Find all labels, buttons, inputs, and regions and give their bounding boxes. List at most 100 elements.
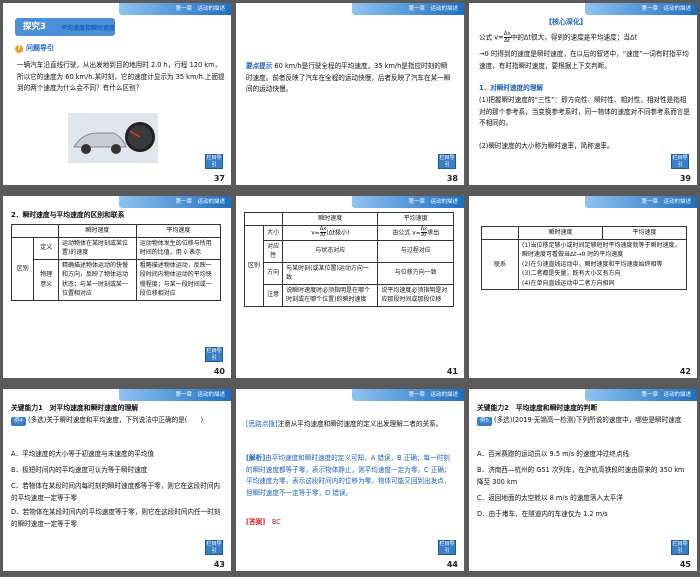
row-label: 注意 — [262, 283, 284, 307]
option-c: C．若物体在某段时间内每时刻的瞬时速度都等于零，则它在这段时间内的平均速度一定等… — [11, 482, 221, 502]
formula-line: 公式 v= Δx Δt 中的Δt很大，得到的速度是平均速度；当Δt — [479, 31, 638, 44]
page-number: 40 — [213, 367, 225, 376]
example-stem: 例5 (多选)(2019·无锡高一检测)下列所说的速度中，哪些是瞬时速度 — [477, 415, 691, 427]
paragraph: (2)瞬时速度的大小称为瞬时速率，简称速率。 — [479, 142, 614, 150]
slide-header-bar: 第一章 运动的描述 — [352, 3, 464, 15]
question-body: 一辆汽车沿直线行驶，从出发地到目的地用时 2.0 h，行程 120 km，所以它… — [17, 61, 225, 92]
page-number: 37 — [213, 174, 225, 183]
nav-button[interactable]: 栏目导引 — [438, 540, 456, 555]
slide-37[interactable]: 第一章 运动的描述 探究3 平均速度和瞬时速度 ? 问题导引 一辆汽车沿直线行驶，… — [3, 3, 231, 185]
row-group: 区别 — [244, 224, 264, 307]
table-cell: 与状态对应 — [282, 239, 379, 263]
page-number: 45 — [679, 560, 691, 569]
row-label: 物理意义 — [33, 258, 59, 301]
row-label: 联系 — [481, 238, 519, 290]
table-cell: 精确描述物体运动的快慢和方向，反映了物体运动状态；与某一时刻或某一位置相对应 — [58, 258, 137, 301]
nav-button[interactable]: 栏目导引 — [671, 540, 689, 555]
row-label: 定义 — [33, 236, 59, 260]
table-cell: 运动物体在某时刻或某位置)的速度 — [58, 236, 137, 260]
slide-header-bar: 第一章 运动的描述 — [119, 3, 231, 15]
core-heading: 【核心深化】 — [545, 18, 587, 26]
col-header: 瞬时速度 — [282, 212, 379, 226]
question-icon: ? — [15, 45, 23, 53]
col-header: 瞬时速度 — [518, 226, 603, 240]
nav-button[interactable]: 栏目导引 — [205, 540, 223, 555]
answer-line: [答案] BC — [246, 518, 281, 526]
fraction: Δx Δt — [503, 31, 511, 44]
list-item: (1)当位移足够小或时间足够短时平均速度就等于瞬时速度，瞬时速度可看做当Δt→0… — [522, 241, 681, 259]
slide-header-bar: 第一章 运动的描述 — [352, 196, 464, 208]
comparison-table: 瞬时速度 平均速度 联系 (1)当位移足够小或时间足够短时平均速度就等于瞬时速度… — [481, 226, 687, 290]
page-number: 39 — [679, 174, 691, 183]
col-header: 平均速度 — [135, 224, 222, 238]
option-b: B．济南西—杭州的 G51 次列车，在沪杭高铁段时速由原来的 350 km 降至… — [477, 466, 685, 486]
ability-heading: 关键能力1 对平均速度和瞬时速度的理解 — [11, 404, 139, 412]
example-badge: 例4 — [11, 417, 26, 426]
hint-paragraph: [思路点拨]注意从平均速度和瞬时速度的定义出发理解二者的关系。 — [246, 420, 443, 428]
page-number: 42 — [679, 367, 691, 376]
slide-header-bar: 第一章 运动的描述 — [119, 389, 231, 401]
nav-button[interactable]: 栏目导引 — [671, 154, 689, 169]
car-speedometer-image — [68, 113, 158, 163]
comparison-table: 瞬时速度 平均速度 区别 定义 运动物体在某时刻或某位置)的速度 运动物体发生的… — [10, 224, 222, 301]
slide-38[interactable]: 第一章 运动的描述 要点提示 60 km/h是行驶全程的平均速度，35 km/h… — [236, 3, 464, 185]
col-header: 瞬时速度 — [58, 224, 137, 238]
table-cell: 与位移方向一致 — [377, 261, 454, 285]
table-cell: 运动物体发生的位移与所用时间的比值，用 v̄ 表示 — [135, 236, 222, 260]
key-point-text: 要点提示 60 km/h是行驶全程的平均速度，35 km/h是指应时刻的瞬时速度… — [246, 62, 451, 93]
table-cell: 说瞬时速度时必须指明是在哪个时刻或在哪个位置)的瞬时速度 — [282, 283, 379, 307]
example-stem: 例4 (多选)关于瞬时速度和平均速度，下列说法中正确的是( ) — [11, 415, 225, 427]
slide-43[interactable]: 第一章 运动的描述 关键能力1 对平均速度和瞬时速度的理解 例4 (多选)关于瞬时… — [3, 389, 231, 571]
option-a: A．百米赛跑的运动员以 9.5 m/s 的速度冲过终点线 — [477, 450, 630, 458]
slide-40[interactable]: 第一章 运动的描述 2．瞬时速度与平均速度的区别和联系 瞬时速度 平均速度 区别… — [3, 196, 231, 378]
example-badge: 例5 — [477, 417, 492, 426]
page-number: 43 — [213, 560, 225, 569]
table-cell: 粗略描述物体运动，反映一段时间内物体运动的平均快慢程度；与某一段时间或一段位移相… — [135, 258, 222, 301]
nav-button[interactable]: 栏目导引 — [205, 154, 223, 169]
option-a: A．平均速度的大小等于初速度与末速度的平均值 — [11, 450, 154, 458]
analysis-paragraph: [解析]由平均速度和瞬时速度的定义可知，A 错误，B 正确；每一时刻的瞬时速度都… — [246, 454, 451, 497]
slide-41[interactable]: 第一章 运动的描述 瞬时速度 平均速度 区别 大小 v= Δx Δt (Δt极小) 由… — [236, 196, 464, 378]
section-subtitle: 平均速度和瞬时速度 — [61, 25, 116, 32]
option-c: C．返回地面的太空舱以 8 m/s 的速度落入太平洋 — [477, 494, 623, 502]
table-cell: 与过程对应 — [377, 239, 454, 263]
table-cell: 说平均速度必须指明是对应那段时间或那段位移 — [377, 283, 454, 307]
paragraph: (1)把握瞬时速度的“三性”：即方向性、瞬时性、相对性，相对性是指相对的那个参考… — [479, 96, 690, 127]
list-item: (3)二者都是矢量，既有大小又有方向 — [522, 270, 621, 277]
page-number: 41 — [446, 367, 458, 376]
option-d: D．由于堵车，在隧道内的车速仅为 1.2 m/s — [477, 510, 608, 518]
option-d: D．若物体在某段时间内的平均速度等于零，则它在这段时间内任一时刻的瞬时速度一定等… — [11, 508, 221, 528]
slide-44[interactable]: 第一章 运动的描述 [思路点拨]注意从平均速度和瞬时速度的定义出发理解二者的关系… — [236, 389, 464, 571]
option-b: B．极短时间内的平均速度可认为等于瞬时速度 — [11, 466, 148, 474]
table-cell: 与某时刻(或某位置)运动方向一致 — [282, 261, 379, 285]
col-header: 平均速度 — [377, 212, 454, 226]
ability-heading: 关键能力2 平均速度和瞬时速度的判断 — [477, 404, 598, 412]
slide-39[interactable]: 第一章 运动的描述 【核心深化】 公式 v= Δx Δt 中的Δt很大，得到的速度是平… — [469, 3, 697, 185]
slide-header-bar: 第一章 运动的描述 — [585, 196, 697, 208]
slide-45[interactable]: 第一章 运动的描述 关键能力2 平均速度和瞬时速度的判断 例5 (多选)(2019… — [469, 389, 697, 571]
col-header: 平均速度 — [602, 226, 687, 240]
table-cell: (1)当位移足够小或时间足够短时平均速度就等于瞬时速度，瞬时速度可看做当Δt→0… — [518, 238, 687, 290]
nav-button[interactable]: 栏目导引 — [205, 347, 223, 362]
row-label: 大小 — [262, 224, 284, 241]
paragraph: →0 时得到的速度是瞬时速度，在以后的叙述中，“速度”一词有时指平均速度，有时指… — [479, 50, 689, 70]
page-number: 38 — [446, 174, 458, 183]
slide-header-bar: 第一章 运动的描述 — [352, 389, 464, 401]
page-number: 44 — [446, 560, 458, 569]
slide-header-bar: 第一章 运动的描述 — [585, 389, 697, 401]
list-item: (2)在匀速直线运动中，瞬时速度和平均速度始终相等 — [522, 260, 663, 268]
slide-header-bar: 第一章 运动的描述 — [585, 3, 697, 15]
question-heading: ? 问题导引 — [15, 43, 54, 53]
slide-header-bar: 第一章 运动的描述 — [119, 196, 231, 208]
slide-grid: 第一章 运动的描述 探究3 平均速度和瞬时速度 ? 问题导引 一辆汽车沿直线行驶，… — [0, 0, 700, 577]
row-label: 对应性 — [262, 239, 284, 263]
section-heading: 2．瞬时速度与平均速度的区别和联系 — [11, 211, 125, 219]
table-cell: v= Δx Δt (Δt极小) — [282, 224, 379, 241]
row-group: 区别 — [10, 236, 35, 301]
nav-button[interactable]: 栏目导引 — [438, 154, 456, 169]
subheading: 1．对瞬时速度的理解 — [479, 84, 543, 92]
slide-42[interactable]: 第一章 运动的描述 瞬时速度 平均速度 联系 (1)当位移足够小或时间足够短时平… — [469, 196, 697, 378]
list-item: (4)在单向直线运动中二者方向相同 — [522, 279, 615, 287]
table-cell: 由公式 v= Δx Δt 求出 — [377, 224, 454, 241]
comparison-table: 瞬时速度 平均速度 区别 大小 v= Δx Δt (Δt极小) 由公式 v= Δx Δt 求… — [243, 212, 454, 307]
